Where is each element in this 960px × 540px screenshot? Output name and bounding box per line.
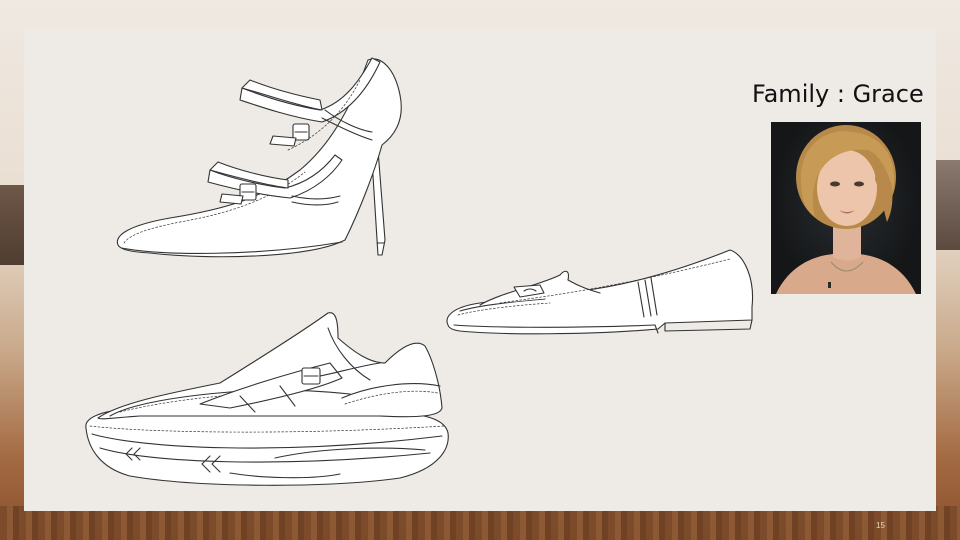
loafer-flat-sketch: [446, 249, 754, 335]
mesa-left: [0, 185, 24, 265]
portrait-photo: [771, 122, 921, 294]
page-number: 15: [876, 521, 885, 530]
desert-ground: [0, 506, 960, 540]
portrait-illustration: [776, 125, 916, 294]
mesa-right: [936, 160, 960, 250]
sneaker-sketch: [85, 312, 449, 486]
mary-jane-heel-sketch: [116, 57, 402, 258]
family-title: Family : Grace: [752, 80, 924, 108]
